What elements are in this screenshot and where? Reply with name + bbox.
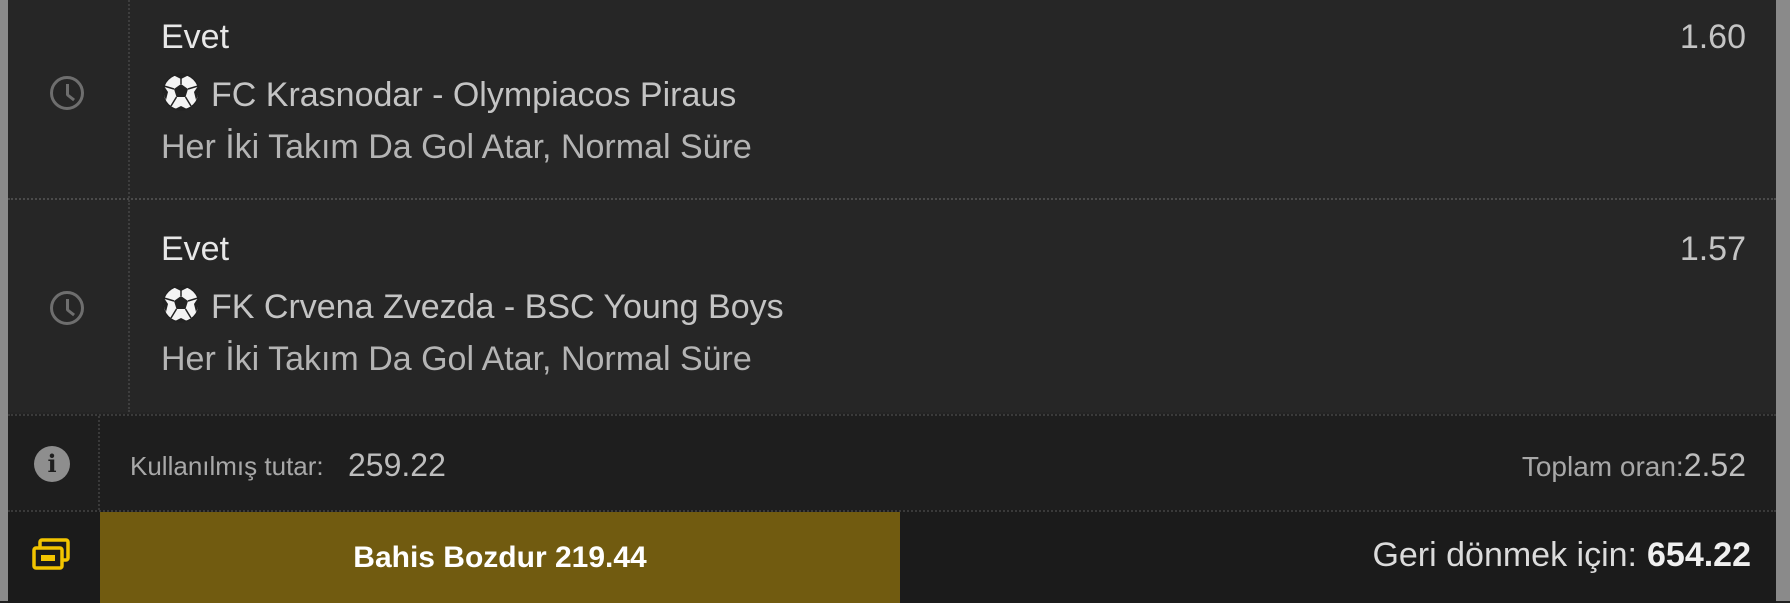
info-column: i <box>8 416 100 510</box>
bet-summary-row: i Kullanılmış tutar: 259.22 Toplam oran:… <box>8 414 1776 510</box>
selection-status-column <box>8 200 130 412</box>
soccer-ball-icon <box>162 73 200 111</box>
total-odds-label: Toplam oran: <box>1521 451 1684 482</box>
selection-match: FK Crvena Zvezda - BSC Young Boys <box>161 284 784 327</box>
cashout-icon[interactable] <box>30 532 74 576</box>
match-name: FC Krasnodar - Olympiacos Piraus <box>211 76 737 114</box>
cashout-button[interactable]: Bahis Bozdur 219.44 <box>100 512 900 603</box>
cashout-row: Bahis Bozdur 219.44 Geri dönmek için: 654… <box>8 510 1776 603</box>
selection-odds: 1.57 <box>1679 230 1746 268</box>
used-amount-label: Kullanılmış tutar: <box>130 451 324 481</box>
selection-match: FC Krasnodar - Olympiacos Piraus <box>161 72 736 115</box>
selection-odds: 1.60 <box>1679 18 1746 56</box>
selection-row: Evet 1.57 FK Crvena Zvezda - BSC Young B… <box>8 200 1776 412</box>
return-value: 654.22 <box>1647 536 1751 574</box>
scrollbar[interactable] <box>1776 0 1790 601</box>
clock-icon <box>50 291 84 325</box>
selection-pick: Evet <box>161 18 230 56</box>
return-label: Geri dönmek için: <box>1372 536 1637 574</box>
info-icon[interactable]: i <box>34 446 70 482</box>
selection-market: Her İki Takım Da Gol Atar, Normal Süre <box>161 128 752 166</box>
total-odds: Toplam oran:2.52 <box>1522 447 1746 484</box>
soccer-ball-icon <box>162 285 200 323</box>
match-name: FK Crvena Zvezda - BSC Young Boys <box>211 288 784 326</box>
clock-icon <box>50 76 84 110</box>
window-edge-left <box>0 0 8 601</box>
selection-market: Her İki Takım Da Gol Atar, Normal Süre <box>161 340 752 378</box>
selection-pick: Evet <box>161 230 230 268</box>
selection-row: Evet 1.60 FC Krasnodar - Olympiacos Pira… <box>8 0 1776 200</box>
potential-return: Geri dönmek için: 654.22 <box>1372 536 1751 575</box>
used-amount-value: 259.22 <box>348 447 446 483</box>
bet-slip: Evet 1.60 FC Krasnodar - Olympiacos Pira… <box>8 0 1776 603</box>
selection-status-column <box>8 0 130 198</box>
total-odds-value: 2.52 <box>1683 447 1746 483</box>
